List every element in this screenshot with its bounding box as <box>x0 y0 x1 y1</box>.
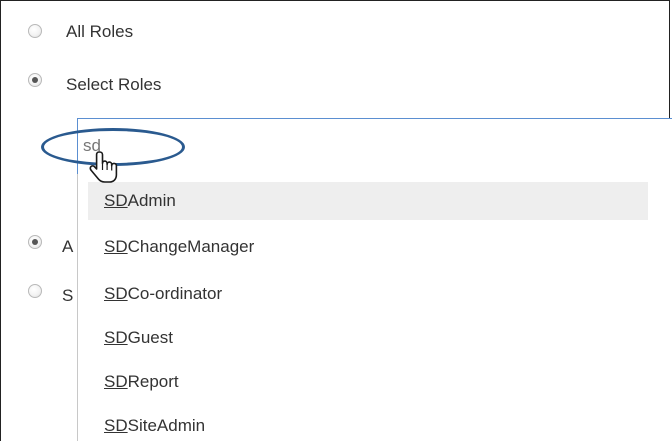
third-option-radio[interactable] <box>28 235 42 249</box>
suggestion-match-prefix: SD <box>104 328 128 347</box>
suggestion-match-prefix: SD <box>104 284 128 303</box>
suggestion-match-prefix: SD <box>104 372 128 391</box>
suggestion-match-prefix: SD <box>104 237 128 256</box>
suggestion-remainder: Report <box>127 372 179 391</box>
suggestion-remainder: Guest <box>127 328 173 347</box>
fourth-option-label[interactable]: S <box>62 286 73 306</box>
third-option-label[interactable]: A <box>62 237 73 257</box>
suggestion-remainder: Co-ordinator <box>127 284 223 303</box>
suggestion-item-sdguest[interactable]: SDGuest <box>88 319 648 357</box>
suggestion-match-prefix: SD <box>104 416 128 435</box>
suggestion-item-sdsiteadmin[interactable]: SDSiteAdmin <box>88 407 648 445</box>
select-roles-radio[interactable] <box>28 73 42 87</box>
suggestion-remainder: Admin <box>127 191 176 210</box>
fourth-option-radio[interactable] <box>28 284 42 298</box>
suggestion-item-sdreport[interactable]: SDReport <box>88 363 648 401</box>
suggestion-item-sdadmin[interactable]: SDAdmin <box>88 182 648 220</box>
suggestion-remainder: SiteAdmin <box>127 416 206 435</box>
suggestion-item-sdco-ordinator[interactable]: SDCo-ordinator <box>88 275 648 313</box>
suggestion-match-prefix: SD <box>104 191 128 210</box>
all-roles-label[interactable]: All Roles <box>66 22 133 42</box>
suggestion-remainder: ChangeManager <box>127 237 255 256</box>
all-roles-radio[interactable] <box>28 24 42 38</box>
hand-pointer-cursor-icon <box>89 151 118 183</box>
select-roles-label[interactable]: Select Roles <box>66 75 161 95</box>
suggestion-item-sdchangemanager[interactable]: SDChangeManager <box>88 228 648 266</box>
